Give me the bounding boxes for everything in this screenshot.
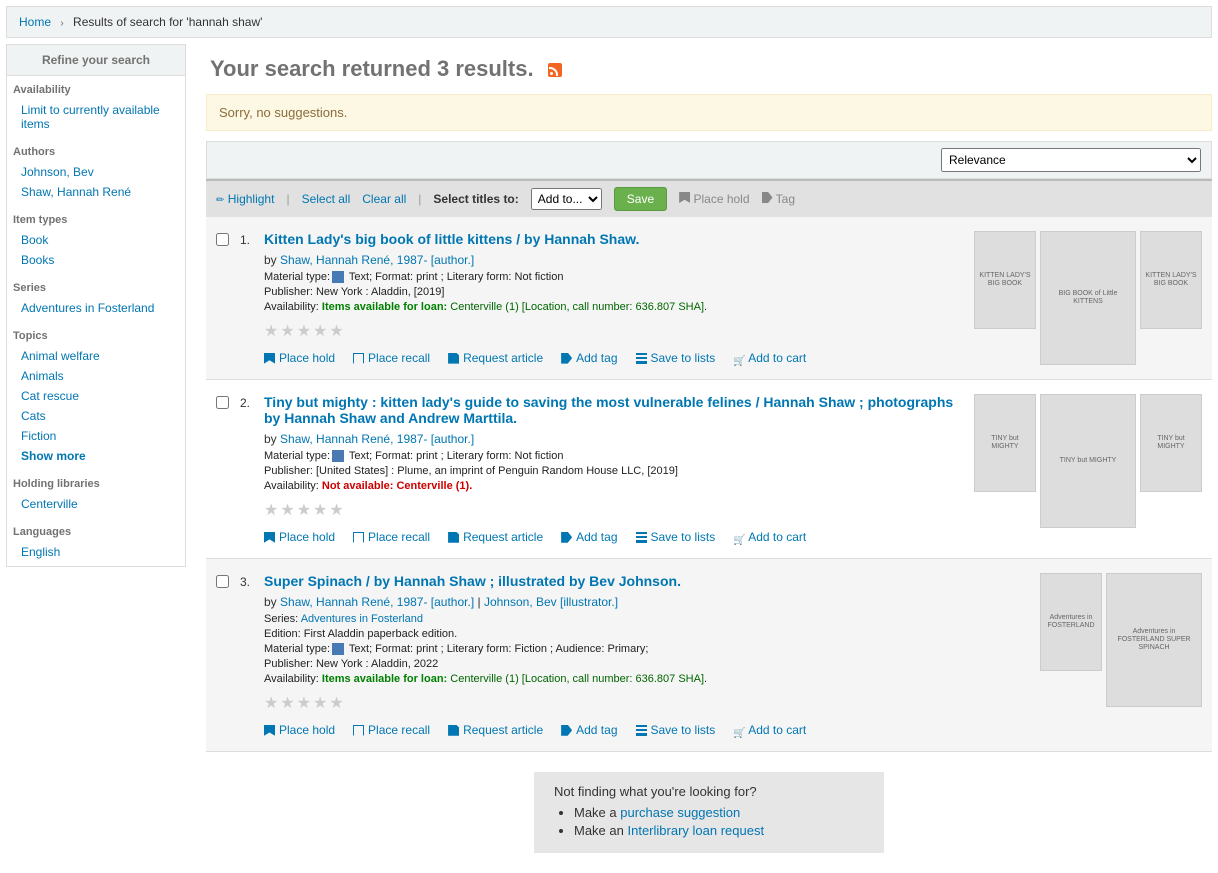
rating-stars[interactable]: ★★★★★ xyxy=(264,693,1030,713)
add-cart-link[interactable]: Add to cart xyxy=(733,351,806,365)
place-hold-link[interactable]: Place hold xyxy=(264,351,335,365)
facet-item[interactable]: Cat rescue xyxy=(21,389,79,403)
result-number: 1. xyxy=(240,231,264,365)
facet-title: Authors xyxy=(13,142,179,162)
tag-batch[interactable]: Tag xyxy=(762,192,795,206)
result-row: 1.Kitten Lady's big book of little kitte… xyxy=(206,217,1212,380)
request-article-link[interactable]: Request article xyxy=(448,530,543,544)
cover-image[interactable]: BIG BOOK of Little KITTENS xyxy=(1040,231,1136,365)
add-tag-link[interactable]: Add tag xyxy=(561,530,617,544)
book-icon xyxy=(332,450,344,462)
save-button[interactable]: Save xyxy=(614,187,667,211)
place-hold-link[interactable]: Place hold xyxy=(264,530,335,544)
result-checkbox[interactable] xyxy=(216,396,229,409)
place-hold-link[interactable]: Place hold xyxy=(264,723,335,737)
facet-item[interactable]: Animals xyxy=(21,369,64,383)
rating-stars[interactable]: ★★★★★ xyxy=(264,321,964,341)
series-link[interactable]: Adventures in Fosterland xyxy=(301,613,423,625)
cover-image[interactable]: Adventures in FOSTERLAND SUPER SPINACH xyxy=(1106,573,1202,707)
facet-title: Languages xyxy=(13,522,179,542)
add-tag-link[interactable]: Add tag xyxy=(561,351,617,365)
place-recall-link[interactable]: Place recall xyxy=(353,351,430,365)
add-to-select[interactable]: Add to... xyxy=(531,188,602,210)
book-icon xyxy=(332,643,344,655)
ill-request-link[interactable]: Interlibrary loan request xyxy=(627,823,764,838)
result-checkbox[interactable] xyxy=(216,233,229,246)
facet-item[interactable]: Book xyxy=(21,233,48,247)
save-lists-link[interactable]: Save to lists xyxy=(636,530,716,544)
save-lists-link[interactable]: Save to lists xyxy=(636,351,716,365)
facet-title: Series xyxy=(13,278,179,298)
result-title[interactable]: Kitten Lady's big book of little kittens… xyxy=(264,231,639,247)
facet-title: Topics xyxy=(13,326,179,346)
facet-item[interactable]: Centerville xyxy=(21,497,78,511)
rss-icon[interactable] xyxy=(548,63,562,77)
facet-title: Holding libraries xyxy=(13,474,179,494)
result-row: 3.Super Spinach / by Hannah Shaw ; illus… xyxy=(206,559,1212,752)
cover-image[interactable]: TINY but MIGHTY xyxy=(1140,394,1202,492)
author-link[interactable]: Shaw, Hannah René, 1987- [author.] xyxy=(280,253,474,267)
facet-item[interactable]: Johnson, Bev xyxy=(21,165,94,179)
result-row: 2.Tiny but mighty : kitten lady's guide … xyxy=(206,380,1212,559)
sort-select[interactable]: Relevance xyxy=(941,148,1201,172)
breadcrumb-current: Results of search for 'hannah shaw' xyxy=(73,15,262,29)
result-title[interactable]: Super Spinach / by Hannah Shaw ; illustr… xyxy=(264,573,681,589)
facet-title: Item types xyxy=(13,210,179,230)
not-finding-title: Not finding what you're looking for? xyxy=(554,784,864,799)
place-hold-batch[interactable]: Place hold xyxy=(679,192,749,206)
purchase-suggestion-link[interactable]: purchase suggestion xyxy=(620,805,740,820)
cover-image[interactable]: KITTEN LADY'S BIG BOOK xyxy=(1140,231,1202,329)
suggestions-alert: Sorry, no suggestions. xyxy=(206,94,1212,131)
request-article-link[interactable]: Request article xyxy=(448,723,543,737)
clear-all-link[interactable]: Clear all xyxy=(362,192,406,206)
author-link[interactable]: Shaw, Hannah René, 1987- [author.] xyxy=(280,595,474,609)
facet-item[interactable]: English xyxy=(21,545,60,559)
select-titles-label: Select titles to: xyxy=(433,192,518,206)
sidebar-title: Refine your search xyxy=(7,45,185,76)
facet-title: Availability xyxy=(13,80,179,100)
facet-item[interactable]: Adventures in Fosterland xyxy=(21,301,154,315)
facet-item[interactable]: Limit to currently available items xyxy=(21,103,160,131)
rating-stars[interactable]: ★★★★★ xyxy=(264,500,964,520)
add-cart-link[interactable]: Add to cart xyxy=(733,530,806,544)
facet-item[interactable]: Shaw, Hannah René xyxy=(21,185,131,199)
add-tag-link[interactable]: Add tag xyxy=(561,723,617,737)
result-number: 3. xyxy=(240,573,264,737)
facet-item[interactable]: Fiction xyxy=(21,429,56,443)
cover-image[interactable]: KITTEN LADY'S BIG BOOK xyxy=(974,231,1036,329)
add-cart-link[interactable]: Add to cart xyxy=(733,723,806,737)
action-bar: Highlight | Select all Clear all | Selec… xyxy=(206,179,1212,217)
cover-image[interactable]: TINY but MIGHTY xyxy=(1040,394,1136,528)
place-recall-link[interactable]: Place recall xyxy=(353,723,430,737)
not-finding-box: Not finding what you're looking for? Mak… xyxy=(534,772,884,853)
facet-item[interactable]: Cats xyxy=(21,409,46,423)
facet-item[interactable]: Animal welfare xyxy=(21,349,100,363)
refine-sidebar: Refine your search Availability Limit to … xyxy=(6,44,186,567)
breadcrumb: Home › Results of search for 'hannah sha… xyxy=(6,6,1212,38)
book-icon xyxy=(332,271,344,283)
breadcrumb-home[interactable]: Home xyxy=(19,15,51,29)
author-link[interactable]: Johnson, Bev [illustrator.] xyxy=(484,595,618,609)
author-link[interactable]: Shaw, Hannah René, 1987- [author.] xyxy=(280,432,474,446)
cover-image[interactable]: TINY but MIGHTY xyxy=(974,394,1036,492)
facet-item[interactable]: Books xyxy=(21,253,54,267)
place-recall-link[interactable]: Place recall xyxy=(353,530,430,544)
result-title[interactable]: Tiny but mighty : kitten lady's guide to… xyxy=(264,394,953,426)
show-more-link[interactable]: Show more xyxy=(21,449,86,463)
request-article-link[interactable]: Request article xyxy=(448,351,543,365)
results-header: Your search returned 3 results. xyxy=(210,56,1208,82)
result-number: 2. xyxy=(240,394,264,544)
result-checkbox[interactable] xyxy=(216,575,229,588)
main-content: Your search returned 3 results. Sorry, n… xyxy=(206,44,1212,873)
highlight-link[interactable]: Highlight xyxy=(216,192,274,206)
select-all-link[interactable]: Select all xyxy=(302,192,351,206)
save-lists-link[interactable]: Save to lists xyxy=(636,723,716,737)
breadcrumb-sep: › xyxy=(60,18,63,29)
cover-image[interactable]: Adventures in FOSTERLAND xyxy=(1040,573,1102,671)
sort-bar: Relevance xyxy=(206,141,1212,179)
